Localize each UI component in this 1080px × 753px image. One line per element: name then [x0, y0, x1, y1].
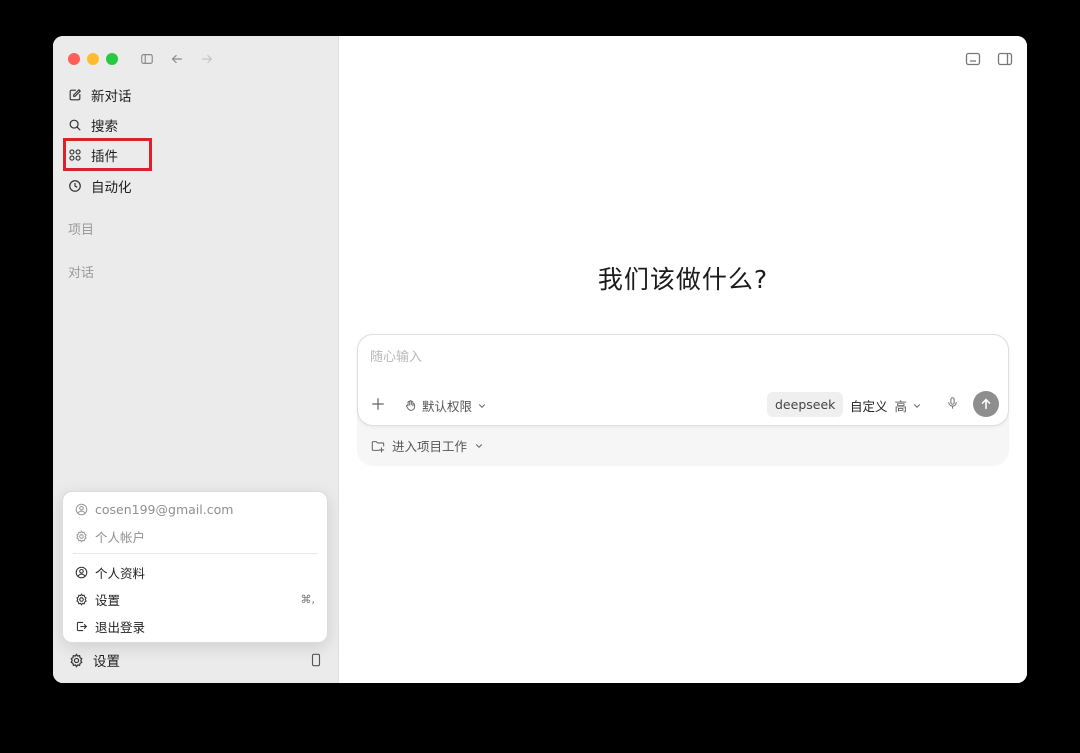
forward-arrow-icon[interactable]: [198, 50, 216, 68]
right-panel-toggle-icon[interactable]: [997, 51, 1013, 67]
mode-dropdown[interactable]: 自定义 高: [850, 396, 922, 415]
search-button[interactable]: 搜索: [68, 113, 118, 137]
mode-level: 高: [894, 399, 908, 414]
plugins-highlight-box: [63, 138, 152, 171]
personal-account-row: 个人帐户: [75, 526, 315, 546]
minimize-window-button[interactable]: [87, 53, 99, 65]
clock-icon: [69, 180, 81, 192]
settings-menu-item[interactable]: 设置 ⌘,: [75, 589, 315, 609]
settings-menu-label: 设置: [95, 592, 121, 608]
enter-project-button[interactable]: 进入项目工作: [371, 436, 484, 455]
project-chevron-icon: [476, 443, 483, 448]
permission-label: 默认权限: [422, 399, 473, 414]
settings-gear-icon: [76, 592, 87, 606]
send-button[interactable]: [973, 391, 999, 417]
search-icon: [69, 119, 81, 131]
enter-project-label: 进入项目工作: [392, 439, 468, 454]
model-selector[interactable]: deepseek: [767, 392, 844, 417]
account-email-row: cosen199@gmail.com: [75, 499, 315, 519]
arrow-up-icon: [981, 398, 991, 410]
edit-icon: [69, 88, 82, 101]
profile-label: 个人资料: [95, 565, 146, 581]
microphone-icon: [948, 397, 957, 409]
logout-label: 退出登录: [95, 619, 146, 635]
user-circle-icon: [75, 503, 88, 515]
mode-label: 自定义: [850, 399, 888, 414]
automation-label: 自动化: [91, 180, 132, 196]
hand-icon: [406, 400, 416, 411]
settings-shortcut: ⌘,: [300, 592, 316, 606]
projects-section-label: 项目: [68, 223, 95, 238]
chevron-down-icon: [479, 403, 486, 408]
add-attachment-button[interactable]: [369, 395, 387, 413]
plus-icon: [372, 398, 384, 410]
window-controls: [68, 53, 118, 65]
prompt-input[interactable]: [370, 347, 970, 367]
logout-icon: [76, 621, 88, 631]
profile-icon: [75, 566, 88, 578]
menu-divider: [73, 553, 317, 554]
profile-menu-item[interactable]: 个人资料: [75, 562, 315, 582]
app-window: 新对话 搜索 插件 自动化 项目 对话 cosen199@gmail.com 个…: [53, 36, 1027, 683]
main-panel: 我们该做什么? 默认权限 deepseek 自定义 高: [338, 36, 1027, 683]
toggle-sidebar-icon[interactable]: [138, 50, 156, 68]
new-chat-button[interactable]: 新对话: [68, 83, 132, 107]
voice-input-button[interactable]: [946, 396, 959, 410]
account-email: cosen199@gmail.com: [95, 501, 234, 517]
conversations-section-label: 对话: [68, 266, 95, 281]
logout-menu-item[interactable]: 退出登录: [75, 616, 315, 636]
bottom-panel-toggle-icon[interactable]: [965, 51, 981, 67]
composer: 默认权限 deepseek 自定义 高: [357, 334, 1009, 426]
composer-container: 默认权限 deepseek 自定义 高: [357, 334, 1009, 466]
back-arrow-icon[interactable]: [168, 50, 186, 68]
close-window-button[interactable]: [68, 53, 80, 65]
new-chat-label: 新对话: [91, 89, 132, 105]
personal-account-label: 个人帐户: [95, 529, 146, 545]
search-label: 搜索: [91, 119, 118, 135]
model-label: deepseek: [775, 397, 836, 412]
zoom-window-button[interactable]: [106, 53, 118, 65]
mobile-device-icon[interactable]: [309, 652, 323, 672]
gear-icon: [76, 529, 87, 543]
footer-gear-icon: [70, 652, 83, 668]
account-menu: cosen199@gmail.com 个人帐户 个人资料 设置 ⌘, 退出登录: [62, 491, 328, 643]
sidebar: 新对话 搜索 插件 自动化 项目 对话 cosen199@gmail.com 个…: [53, 36, 338, 683]
folder-add-icon: [371, 440, 385, 453]
settings-footer-button[interactable]: 设置: [69, 649, 120, 671]
automation-button[interactable]: 自动化: [68, 174, 132, 198]
settings-footer-label: 设置: [93, 654, 120, 670]
permission-dropdown[interactable]: 默认权限: [404, 396, 487, 415]
main-heading: 我们该做什么?: [597, 265, 769, 294]
mode-chevron-icon: [914, 403, 921, 408]
